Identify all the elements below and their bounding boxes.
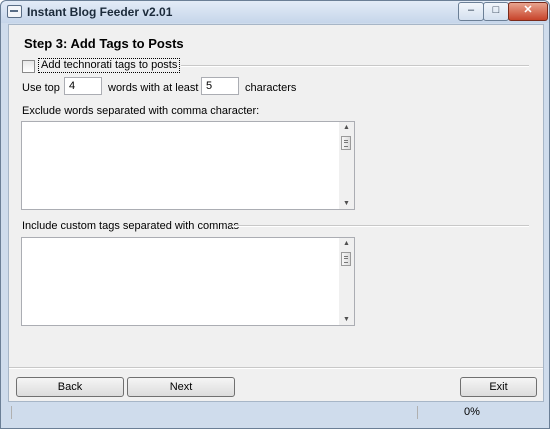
app-window: Instant Blog Feeder v2.01 – □ ✕ Step 3: … <box>0 0 550 429</box>
scroll-up-arrow-icon[interactable]: ▲ <box>339 124 354 131</box>
technorati-checkbox[interactable] <box>22 60 35 73</box>
scroll-thumb[interactable] <box>341 252 351 266</box>
scroll-down-arrow-icon[interactable]: ▼ <box>339 200 354 207</box>
next-button[interactable]: Next <box>127 377 235 397</box>
custom-tags-textarea[interactable]: ▲ ▼ <box>21 237 355 326</box>
custom-tags-scrollbar[interactable]: ▲ ▼ <box>339 238 354 325</box>
wizard-panel: Step 3: Add Tags to Posts Add technorati… <box>8 24 544 402</box>
exclude-words-textarea[interactable]: ▲ ▼ <box>21 121 355 210</box>
scroll-up-arrow-icon[interactable]: ▲ <box>339 240 354 247</box>
progress-percent: 0% <box>464 406 480 418</box>
maximize-button[interactable]: □ <box>483 2 509 21</box>
minimize-button[interactable]: – <box>458 2 484 21</box>
status-bar: 0% <box>8 401 542 423</box>
characters-label: characters <box>245 82 297 94</box>
step-heading: Step 3: Add Tags to Posts <box>24 36 184 51</box>
top-count-field[interactable]: 4 <box>64 77 102 95</box>
technorati-checkbox-label[interactable]: Add technorati tags to posts <box>38 58 181 73</box>
scroll-down-arrow-icon[interactable]: ▼ <box>339 316 354 323</box>
min-chars-field[interactable]: 5 <box>201 77 239 95</box>
status-separator <box>11 406 12 419</box>
exclude-scrollbar[interactable]: ▲ ▼ <box>339 122 354 209</box>
scroll-thumb[interactable] <box>341 136 351 150</box>
words-with-label: words with at least <box>108 82 199 94</box>
group-separator <box>181 65 529 67</box>
status-separator <box>417 406 418 419</box>
custom-tags-label: Include custom tags separated with comma… <box>22 220 240 232</box>
title-bar[interactable]: Instant Blog Feeder v2.01 – □ ✕ <box>1 1 549 23</box>
exit-button[interactable]: Exit <box>460 377 537 397</box>
use-top-label: Use top <box>22 82 60 94</box>
window-icon[interactable] <box>7 5 22 18</box>
close-button[interactable]: ✕ <box>508 2 548 21</box>
back-button[interactable]: Back <box>16 377 124 397</box>
custom-tags-separator <box>232 225 529 227</box>
window-title: Instant Blog Feeder v2.01 <box>27 5 173 19</box>
exclude-words-label: Exclude words separated with comma chara… <box>22 105 260 117</box>
button-bar-separator <box>9 367 543 369</box>
